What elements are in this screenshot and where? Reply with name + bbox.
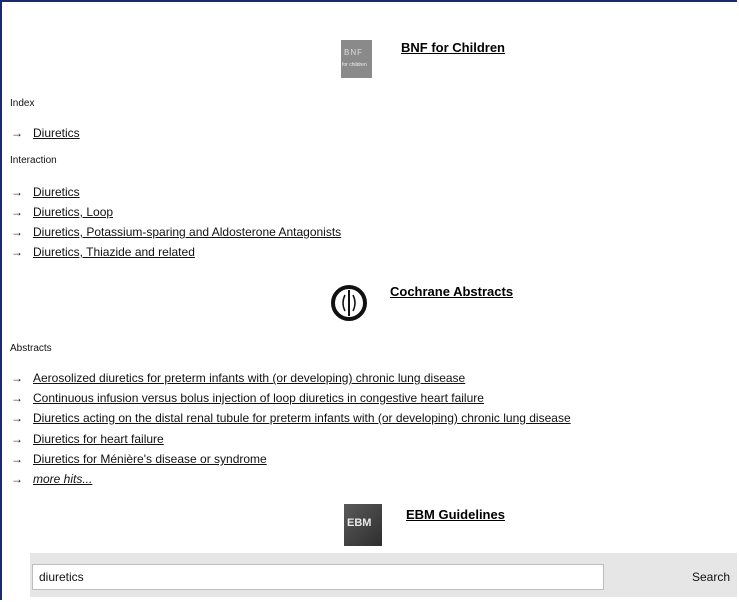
result-link[interactable]: Aerosolized diuretics for preterm infant… bbox=[33, 371, 465, 385]
result-link[interactable]: Diuretics for heart failure bbox=[33, 432, 164, 446]
results-pane: BNF for children BNF for Children Index … bbox=[0, 0, 737, 600]
result-link[interactable]: Diuretics for Ménière's disease or syndr… bbox=[33, 452, 267, 466]
arrow-right-icon: → bbox=[11, 452, 23, 466]
section-title-bnf-for-children[interactable]: BNF for Children bbox=[401, 40, 505, 55]
list-item: → Diuretics for Ménière's disease or synd… bbox=[11, 452, 267, 466]
list-item: → Diuretics, Thiazide and related bbox=[11, 245, 195, 259]
arrow-right-icon: → bbox=[11, 371, 23, 385]
arrow-right-icon: → bbox=[11, 432, 23, 446]
result-link[interactable]: Diuretics acting on the distal renal tub… bbox=[33, 411, 571, 425]
list-item: → Diuretics, Loop bbox=[11, 205, 113, 219]
bnf-for-children-logo: BNF for children bbox=[341, 40, 372, 78]
list-item: → more hits... bbox=[11, 472, 92, 486]
cochrane-logo bbox=[330, 284, 368, 322]
section-title-ebm-guidelines[interactable]: EBM Guidelines bbox=[406, 507, 505, 522]
ebm-logo-text: EBM bbox=[347, 517, 372, 529]
result-link[interactable]: Diuretics bbox=[33, 126, 80, 140]
bnf-logo-text: BNF bbox=[344, 48, 363, 57]
list-item: → Diuretics for heart failure bbox=[11, 432, 164, 446]
arrow-right-icon: → bbox=[11, 245, 23, 259]
result-link[interactable]: Diuretics, Loop bbox=[33, 205, 113, 219]
arrow-right-icon: → bbox=[11, 185, 23, 199]
result-link[interactable]: Diuretics, Thiazide and related bbox=[33, 245, 195, 259]
result-link[interactable]: Continuous infusion versus bolus injecti… bbox=[33, 391, 484, 405]
search-input[interactable] bbox=[32, 564, 604, 590]
category-index: Index bbox=[10, 98, 35, 109]
arrow-right-icon: → bbox=[11, 205, 23, 219]
arrow-right-icon: → bbox=[11, 411, 23, 425]
result-link[interactable]: Diuretics bbox=[33, 185, 80, 199]
bnf-logo-subtext: for children bbox=[342, 62, 367, 68]
list-item: → Diuretics bbox=[11, 126, 80, 140]
search-button[interactable]: Search bbox=[692, 570, 730, 584]
arrow-right-icon: → bbox=[11, 225, 23, 239]
arrow-right-icon: → bbox=[11, 126, 23, 140]
arrow-right-icon: → bbox=[11, 391, 23, 405]
list-item: → Diuretics, Potassium-sparing and Aldost… bbox=[11, 225, 341, 239]
category-abstracts: Abstracts bbox=[10, 343, 52, 354]
more-hits-link[interactable]: more hits... bbox=[33, 472, 92, 486]
ebm-guidelines-logo: EBM bbox=[344, 504, 382, 546]
arrow-right-icon: → bbox=[11, 472, 23, 486]
category-interaction: Interaction bbox=[10, 155, 57, 166]
list-item: → Diuretics acting on the distal renal tu… bbox=[11, 411, 571, 425]
list-item: → Continuous infusion versus bolus inject… bbox=[11, 391, 484, 405]
section-title-cochrane-abstracts[interactable]: Cochrane Abstracts bbox=[390, 284, 513, 299]
list-item: → Aerosolized diuretics for preterm infan… bbox=[11, 371, 465, 385]
list-item: → Diuretics bbox=[11, 185, 80, 199]
result-link[interactable]: Diuretics, Potassium-sparing and Aldoste… bbox=[33, 225, 341, 239]
